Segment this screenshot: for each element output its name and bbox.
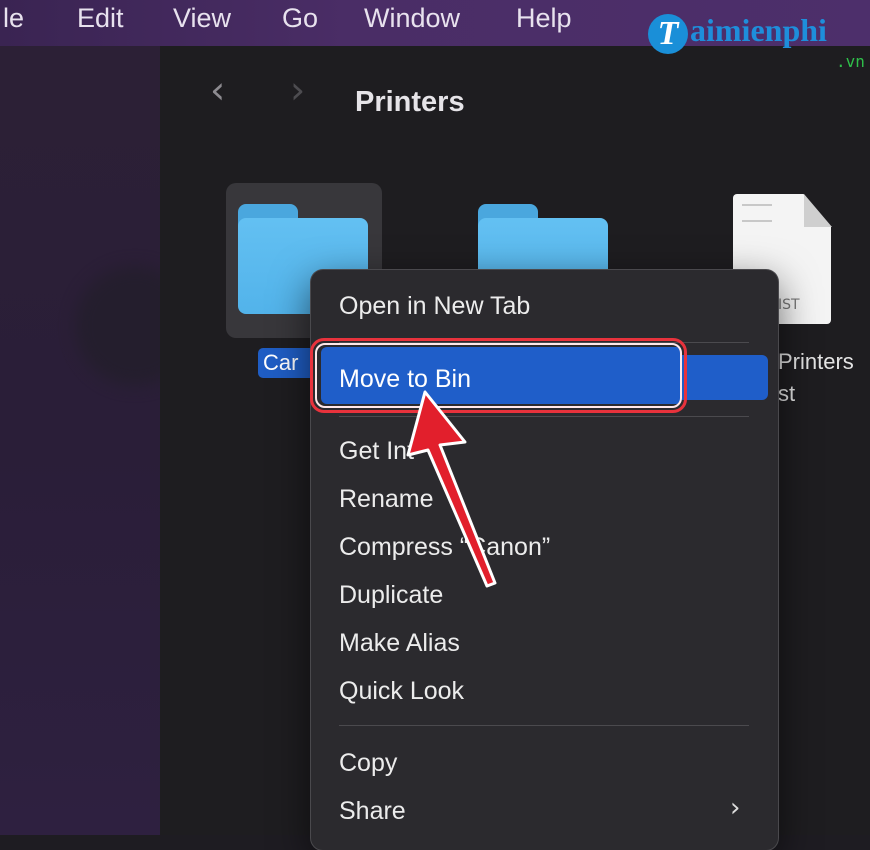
watermark-logo: T aimienphi .vn bbox=[648, 12, 870, 72]
watermark-suffix: .vn bbox=[836, 52, 865, 71]
red-arrow-pointer-icon bbox=[406, 390, 497, 588]
watermark-initial: T bbox=[648, 14, 688, 54]
watermark-text: aimienphi bbox=[690, 12, 827, 48]
